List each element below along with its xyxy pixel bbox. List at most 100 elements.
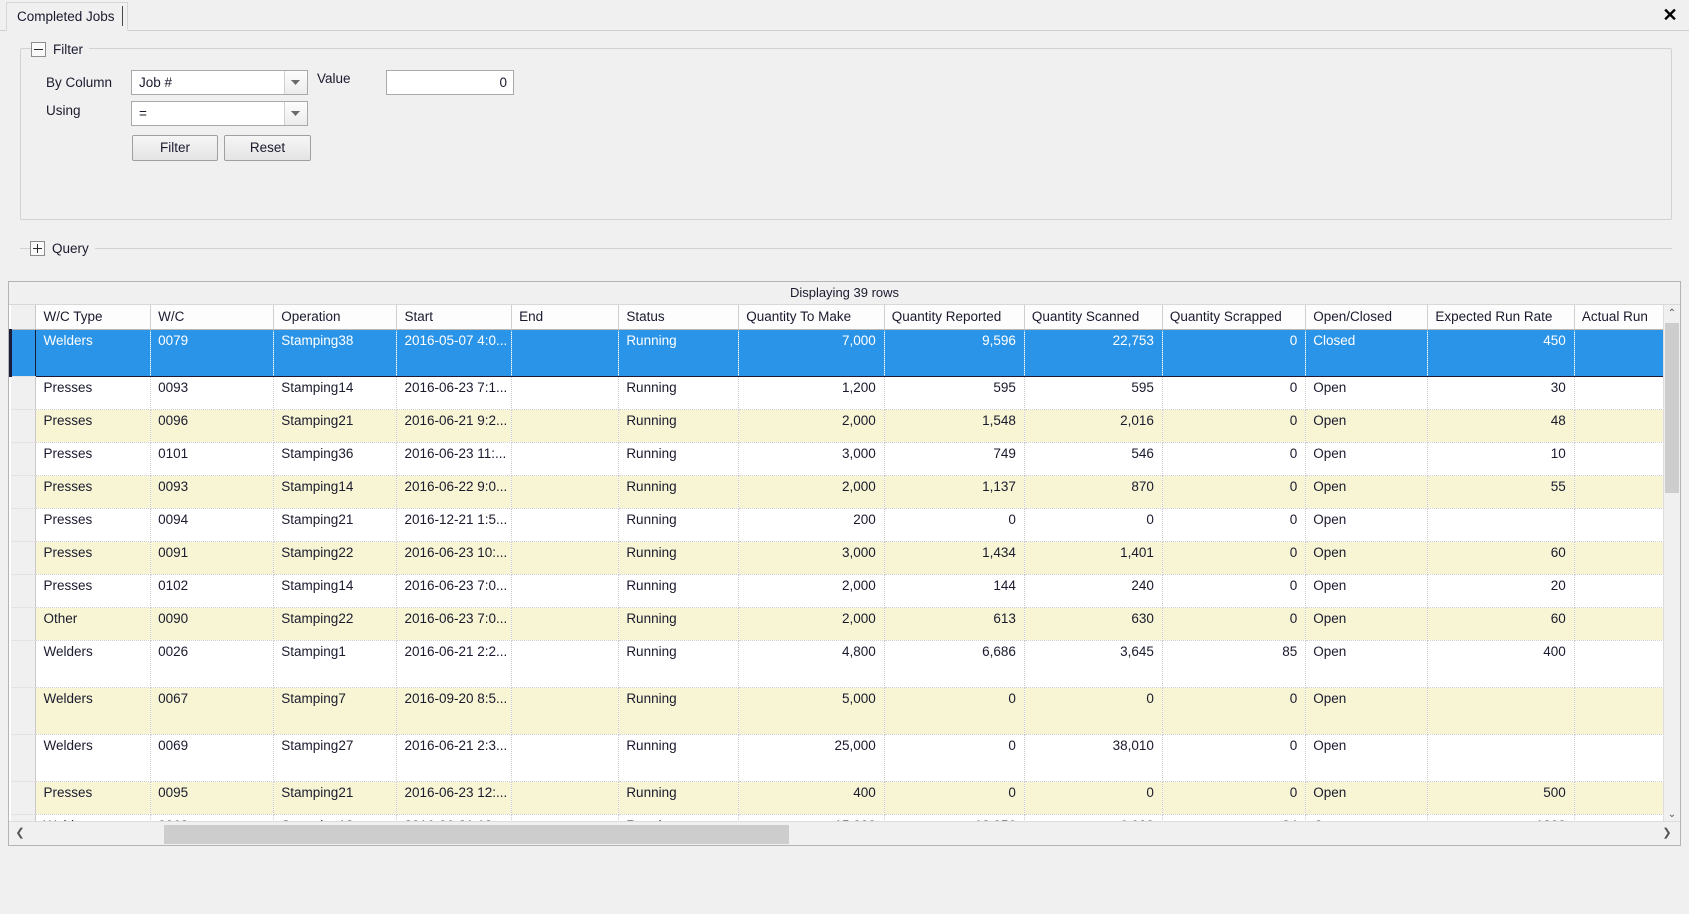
column-header-qty-scrapped[interactable]: Quantity Scrapped (1162, 305, 1307, 330)
cell-end[interactable] (511, 409, 620, 443)
cell-expected-run-rate[interactable]: 60 (1427, 607, 1575, 641)
cell-qty-reported[interactable]: 9,596 (884, 329, 1025, 377)
cell-wc-type[interactable]: Presses (35, 541, 152, 575)
cell-open-closed[interactable]: Open (1305, 376, 1429, 410)
column-header-wc[interactable]: W/C (150, 305, 275, 330)
cell-open-closed[interactable]: Open (1305, 781, 1429, 815)
cell-wc[interactable]: 0093 (150, 376, 275, 410)
column-header-open-closed[interactable]: Open/Closed (1305, 305, 1429, 330)
cell-operation[interactable]: Stamping14 (273, 475, 398, 509)
column-header-qty-to-make[interactable]: Quantity To Make (738, 305, 885, 330)
cell-qty-scrapped[interactable]: 0 (1162, 329, 1307, 377)
cell-qty-reported[interactable]: 0 (884, 781, 1025, 815)
table-row[interactable]: Welders 0026 Stamping1 2016-06-21 2:2... Run… (10, 640, 1680, 688)
table-row[interactable]: Welders 0079 Stamping38 2016-05-07 4:0... Ru… (9, 329, 1680, 377)
row-selector-cell[interactable] (10, 508, 37, 542)
cell-qty-scanned[interactable]: 870 (1024, 475, 1163, 509)
reset-button[interactable]: Reset (224, 135, 311, 161)
collapse-filter-icon[interactable] (31, 41, 46, 57)
column-header-expected-run-rate[interactable]: Expected Run Rate (1427, 305, 1575, 330)
cell-qty-scanned[interactable]: 595 (1024, 376, 1163, 410)
cell-open-closed[interactable]: Open (1305, 475, 1429, 509)
cell-qty-reported[interactable]: 1,137 (884, 475, 1025, 509)
cell-wc-type[interactable]: Presses (35, 574, 152, 608)
cell-start[interactable]: 2016-06-23 11:... (396, 442, 513, 476)
cell-qty-scrapped[interactable]: 85 (1162, 640, 1307, 688)
cell-qty-scrapped[interactable]: 0 (1162, 475, 1307, 509)
table-row[interactable]: Welders 0067 Stamping7 2016-09-20 8:5... Run… (10, 687, 1680, 735)
cell-open-closed[interactable]: Open (1305, 409, 1429, 443)
cell-qty-scanned[interactable]: 1,401 (1024, 541, 1163, 575)
table-row[interactable]: Welders 0069 Stamping27 2016-06-21 2:3... Ru… (10, 734, 1680, 782)
cell-status[interactable]: Running (618, 409, 740, 443)
table-row[interactable]: Presses 0096 Stamping21 2016-06-21 9:2... Ru… (10, 409, 1680, 443)
cell-operation[interactable]: Stamping22 (273, 607, 398, 641)
cell-wc[interactable]: 0091 (150, 541, 275, 575)
vertical-scroll-thumb[interactable] (1665, 323, 1679, 493)
cell-expected-run-rate[interactable]: 20 (1427, 574, 1575, 608)
cell-open-closed[interactable]: Open (1305, 607, 1429, 641)
cell-qty-to-make[interactable]: 4,800 (738, 640, 885, 688)
cell-wc-type[interactable]: Presses (35, 376, 152, 410)
cell-status[interactable]: Running (618, 329, 740, 377)
table-row[interactable]: Presses 0101 Stamping36 2016-06-23 11:... Ru… (10, 442, 1680, 476)
cell-qty-to-make[interactable]: 2,000 (738, 475, 885, 509)
cell-wc[interactable]: 0101 (150, 442, 275, 476)
cell-operation[interactable]: Stamping36 (273, 442, 398, 476)
cell-qty-scrapped[interactable]: 0 (1162, 508, 1307, 542)
cell-qty-reported[interactable]: 749 (884, 442, 1025, 476)
cell-end[interactable] (511, 376, 620, 410)
cell-qty-scrapped[interactable]: 0 (1162, 409, 1307, 443)
table-row[interactable]: Presses 0091 Stamping22 2016-06-23 10:... Ru… (10, 541, 1680, 575)
cell-operation[interactable]: Stamping21 (273, 409, 398, 443)
cell-start[interactable]: 2016-06-21 2:3... (396, 734, 513, 782)
row-selector-cell[interactable] (10, 574, 37, 608)
cell-expected-run-rate[interactable] (1427, 687, 1575, 735)
column-header-status[interactable]: Status (618, 305, 740, 330)
cell-qty-scrapped[interactable]: 0 (1162, 781, 1307, 815)
cell-qty-scrapped[interactable]: 0 (1162, 376, 1307, 410)
cell-qty-to-make[interactable]: 3,000 (738, 541, 885, 575)
cell-open-closed[interactable]: Open (1305, 687, 1429, 735)
row-selector-cell[interactable] (10, 442, 37, 476)
row-selector-cell[interactable] (9, 329, 37, 377)
cell-wc[interactable]: 0069 (150, 734, 275, 782)
cell-qty-reported[interactable]: 595 (884, 376, 1025, 410)
cell-wc[interactable]: 0102 (150, 574, 275, 608)
vertical-scrollbar[interactable]: ⌃ ⌄ (1663, 305, 1680, 823)
cell-start[interactable]: 2016-06-21 2:2... (396, 640, 513, 688)
cell-status[interactable]: Running (618, 508, 740, 542)
cell-qty-scanned[interactable]: 22,753 (1024, 329, 1163, 377)
cell-qty-scanned[interactable]: 2,016 (1024, 409, 1163, 443)
row-selector-cell[interactable] (10, 734, 37, 782)
cell-status[interactable]: Running (618, 640, 740, 688)
cell-operation[interactable]: Stamping38 (273, 329, 398, 377)
cell-start[interactable]: 2016-06-23 12:... (396, 781, 513, 815)
cell-end[interactable] (511, 640, 620, 688)
cell-operation[interactable]: Stamping14 (273, 376, 398, 410)
cell-qty-reported[interactable]: 0 (884, 687, 1025, 735)
table-row[interactable]: Other 0090 Stamping22 2016-06-23 7:0... Runn… (10, 607, 1680, 641)
cell-end[interactable] (511, 329, 620, 377)
cell-qty-to-make[interactable]: 25,000 (738, 734, 885, 782)
table-row[interactable]: Presses 0093 Stamping14 2016-06-23 7:1... Ru… (10, 376, 1680, 410)
cell-status[interactable]: Running (618, 574, 740, 608)
cell-operation[interactable]: Stamping1 (273, 640, 398, 688)
cell-wc-type[interactable]: Presses (35, 442, 152, 476)
cell-wc[interactable]: 0095 (150, 781, 275, 815)
scroll-right-icon[interactable]: ❯ (1658, 822, 1676, 844)
cell-qty-reported[interactable]: 144 (884, 574, 1025, 608)
cell-expected-run-rate[interactable]: 450 (1427, 329, 1575, 377)
row-selector-cell[interactable] (10, 409, 37, 443)
cell-qty-reported[interactable]: 6,686 (884, 640, 1025, 688)
cell-operation[interactable]: Stamping27 (273, 734, 398, 782)
cell-expected-run-rate[interactable]: 500 (1427, 781, 1575, 815)
cell-end[interactable] (511, 541, 620, 575)
cell-end[interactable] (511, 508, 620, 542)
cell-wc-type[interactable]: Presses (35, 409, 152, 443)
cell-wc-type[interactable]: Welders (35, 640, 152, 688)
cell-end[interactable] (511, 687, 620, 735)
cell-qty-to-make[interactable]: 3,000 (738, 442, 885, 476)
cell-wc-type[interactable]: Welders (35, 734, 152, 782)
table-row[interactable]: Presses 0094 Stamping21 2016-12-21 1:5... Ru… (10, 508, 1680, 542)
